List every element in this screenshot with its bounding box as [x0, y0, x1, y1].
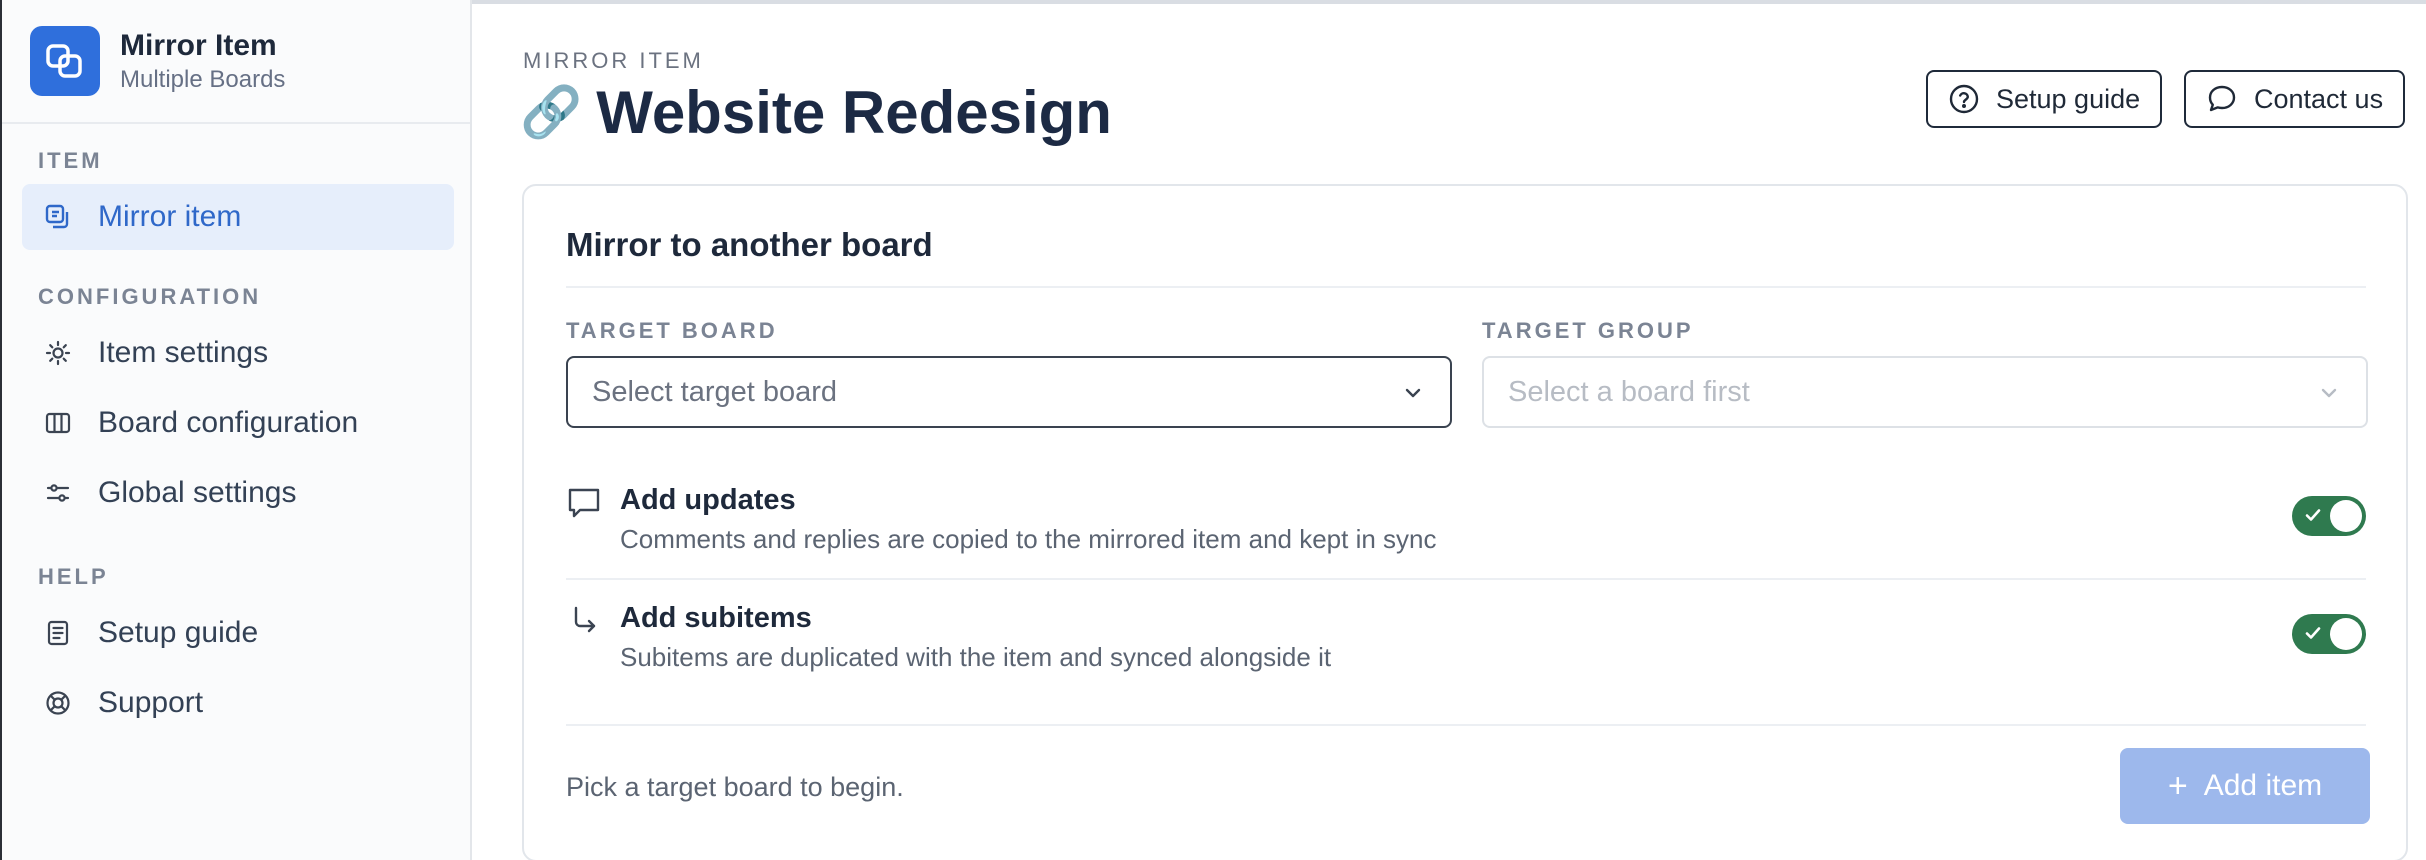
target-group-placeholder: Select a board first — [1508, 375, 1750, 408]
check-icon — [2305, 509, 2321, 521]
sliders-icon — [42, 477, 74, 509]
divider — [566, 286, 2366, 288]
sidebar-item-global-settings[interactable]: Global settings — [22, 460, 454, 526]
option-title: Add subitems — [620, 602, 812, 634]
sidebar-section-configuration: CONFIGURATION — [38, 284, 262, 309]
target-board-select[interactable]: Select target board — [566, 356, 1452, 428]
target-group-select[interactable]: Select a board first — [1482, 356, 2368, 428]
chat-bubble-icon — [2206, 83, 2238, 115]
option-title: Add updates — [620, 484, 796, 516]
sidebar-item-label: Mirror item — [98, 200, 242, 233]
app-header: Mirror Item Multiple Boards — [2, 0, 470, 124]
comment-icon — [566, 484, 602, 520]
contact-us-button[interactable]: Contact us — [2184, 70, 2406, 128]
add-item-button[interactable]: + Add item — [2120, 748, 2370, 824]
setup-guide-button[interactable]: Setup guide — [1926, 70, 2163, 128]
plus-icon: + — [2167, 766, 2188, 805]
app-subtitle: Multiple Boards — [120, 66, 286, 93]
target-board-label: TARGET BOARD — [566, 318, 778, 343]
sidebar-item-board-configuration[interactable]: Board configuration — [22, 390, 454, 456]
sidebar-item-support[interactable]: Support — [22, 670, 454, 736]
divider — [566, 724, 2366, 726]
sidebar-item-label: Board configuration — [98, 406, 359, 439]
card-title: Mirror to another board — [566, 226, 933, 263]
check-icon — [2305, 627, 2321, 639]
columns-icon — [42, 407, 74, 439]
toggle-knob — [2330, 500, 2362, 532]
setup-guide-label: Setup guide — [1996, 83, 2141, 114]
app-name: Mirror Item — [120, 29, 277, 62]
sidebar: Mirror Item Multiple Boards ITEM Mirror … — [2, 0, 472, 860]
sidebar-section-item: ITEM — [38, 148, 103, 173]
chevron-down-icon — [1400, 380, 1426, 414]
divider — [566, 578, 2366, 580]
link-icon: 🔗 — [520, 84, 583, 140]
sidebar-item-label: Item settings — [98, 336, 269, 369]
toggle-knob — [2330, 618, 2362, 650]
sidebar-item-mirror-item[interactable]: Mirror item — [22, 184, 454, 250]
mirror-card: Mirror to another board TARGET BOARD TAR… — [522, 184, 2408, 860]
chevron-down-icon — [2316, 380, 2342, 414]
subitem-arrow-icon — [566, 602, 602, 638]
option-add-subitems: Add subitems Subitems are duplicated wit… — [566, 586, 2366, 696]
document-icon — [42, 617, 74, 649]
sidebar-item-label: Global settings — [98, 476, 297, 509]
lifebuoy-icon — [42, 687, 74, 719]
help-circle-icon — [1948, 83, 1980, 115]
footer-hint: Pick a target board to begin. — [566, 772, 904, 802]
contact-us-label: Contact us — [2254, 83, 2384, 114]
sidebar-item-setup-guide[interactable]: Setup guide — [22, 600, 454, 666]
target-board-placeholder: Select target board — [592, 375, 838, 408]
page-eyebrow: MIRROR ITEM — [523, 48, 704, 73]
target-group-label: TARGET GROUP — [1482, 318, 1694, 343]
add-item-label: Add item — [2203, 769, 2323, 802]
add-updates-toggle[interactable] — [2292, 496, 2366, 536]
mirror-icon — [42, 201, 74, 233]
sun-gear-icon — [42, 337, 74, 369]
top-border — [472, 0, 2426, 4]
option-description: Subitems are duplicated with the item an… — [620, 642, 1332, 672]
option-add-updates: Add updates Comments and replies are cop… — [566, 468, 2366, 578]
add-subitems-toggle[interactable] — [2292, 614, 2366, 654]
page-title-text: Website Redesign — [596, 79, 1112, 146]
sidebar-section-help: HELP — [38, 564, 109, 589]
app-logo-icon — [30, 26, 100, 96]
page-title: 🔗 Website Redesign — [520, 78, 1112, 147]
sidebar-item-item-settings[interactable]: Item settings — [22, 320, 454, 386]
sidebar-item-label: Support — [98, 686, 204, 719]
option-description: Comments and replies are copied to the m… — [620, 524, 1437, 554]
sidebar-item-label: Setup guide — [98, 616, 259, 649]
